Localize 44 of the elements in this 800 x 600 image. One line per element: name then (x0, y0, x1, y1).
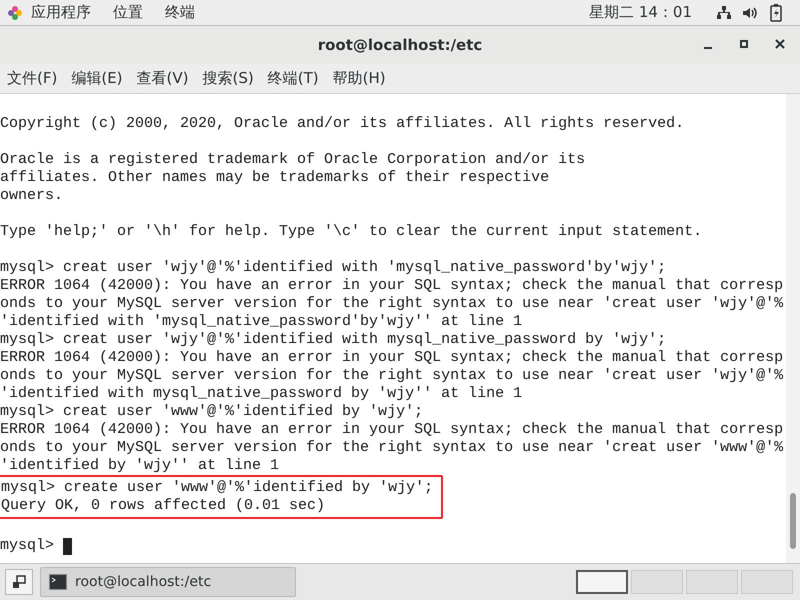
top-menu[interactable]: 位置 (113, 1, 143, 24)
top-menu[interactable]: 终端 (165, 1, 195, 24)
terminal-line: Type 'help;' or '\h' for help. Type '\c' to clear the current input statement. (0, 223, 704, 241)
prompt-text: mysql> (0, 536, 56, 556)
terminal-line: ERROR 1064 (42000): You have an error in your SQL syntax; check the manual that corresp (0, 277, 784, 295)
terminal-line: mysql> creat user 'www'@'%'identified by 'wjy'; (0, 403, 424, 421)
workspace-button[interactable] (576, 570, 628, 594)
show-desktop-button[interactable] (5, 569, 33, 595)
terminal-line: onds to your MySQL server version for the right syntax to use near 'creat user 'wjy'@'% (0, 367, 784, 385)
terminal-line: onds to your MySQL server version for the right syntax to use near 'creat user 'www'@'% (0, 439, 784, 457)
taskbar-task[interactable]: root@localhost:/etc (40, 567, 296, 597)
terminal-line: Query OK, 0 rows affected (0.01 sec) (1, 497, 326, 515)
app-menu-icon (7, 4, 23, 20)
close-icon[interactable] (774, 38, 786, 50)
battery-icon[interactable] (770, 4, 782, 22)
menu-item[interactable]: 编辑(E) (71, 67, 123, 90)
terminal-line: ERROR 1064 (42000): You have an error in your SQL syntax; check the manual that corresp (0, 421, 784, 439)
network-icon[interactable] (716, 4, 732, 20)
menu-item[interactable]: 查看(V) (136, 67, 188, 90)
scrollbar[interactable] (786, 94, 800, 563)
top-menu[interactable]: 应用程序 (31, 1, 91, 24)
terminal-line: Oracle is a registered trademark of Oracle Corporation and/or its (0, 151, 586, 169)
terminal-line: affiliates. Other names may be trademarks of their respective (0, 169, 550, 187)
terminal-line: 'identified with 'mysql_native_password'by'wjy'' at line 1 (0, 313, 524, 331)
scrollbar-thumb[interactable] (790, 493, 796, 549)
terminal-line: ERROR 1064 (42000): You have an error in your SQL syntax; check the manual that corresp (0, 349, 784, 367)
menu-item[interactable]: 文件(F) (7, 67, 58, 90)
terminal-line: Copyright (c) 2000, 2020, Oracle and/or its affiliates. All rights reserved. (0, 115, 686, 133)
windows-icon (12, 575, 26, 589)
window-title: root@localhost:/etc (318, 34, 482, 56)
cursor (63, 538, 72, 554)
terminal-line: onds to your MySQL server version for the right syntax to use near 'creat user 'wjy'@'% (0, 295, 784, 313)
terminal-line: owners. (0, 187, 64, 205)
terminal-line: mysql> creat user 'wjy'@'%'identified with 'mysql_native_password'by'wjy'; (0, 259, 668, 277)
menu-item[interactable]: 搜索(S) (202, 67, 254, 90)
maximize-icon[interactable] (738, 38, 750, 50)
terminal-line: 'identified with mysql_native_password by 'wjy'' at line 1 (0, 385, 524, 403)
menu-item[interactable]: 帮助(H) (332, 67, 386, 90)
clock[interactable]: 星期二 14：01 (589, 1, 692, 24)
terminal-line: mysql> create user 'www'@'%'identified by 'wjy'; (1, 479, 434, 497)
terminal-line: 'identified by 'wjy'' at line 1 (0, 457, 280, 475)
menu-item[interactable]: 终端(T) (268, 67, 319, 90)
terminal-line: mysql> creat user 'wjy'@'%'identified with mysql_native_password by 'wjy'; (0, 331, 668, 349)
terminal-icon (49, 574, 67, 590)
